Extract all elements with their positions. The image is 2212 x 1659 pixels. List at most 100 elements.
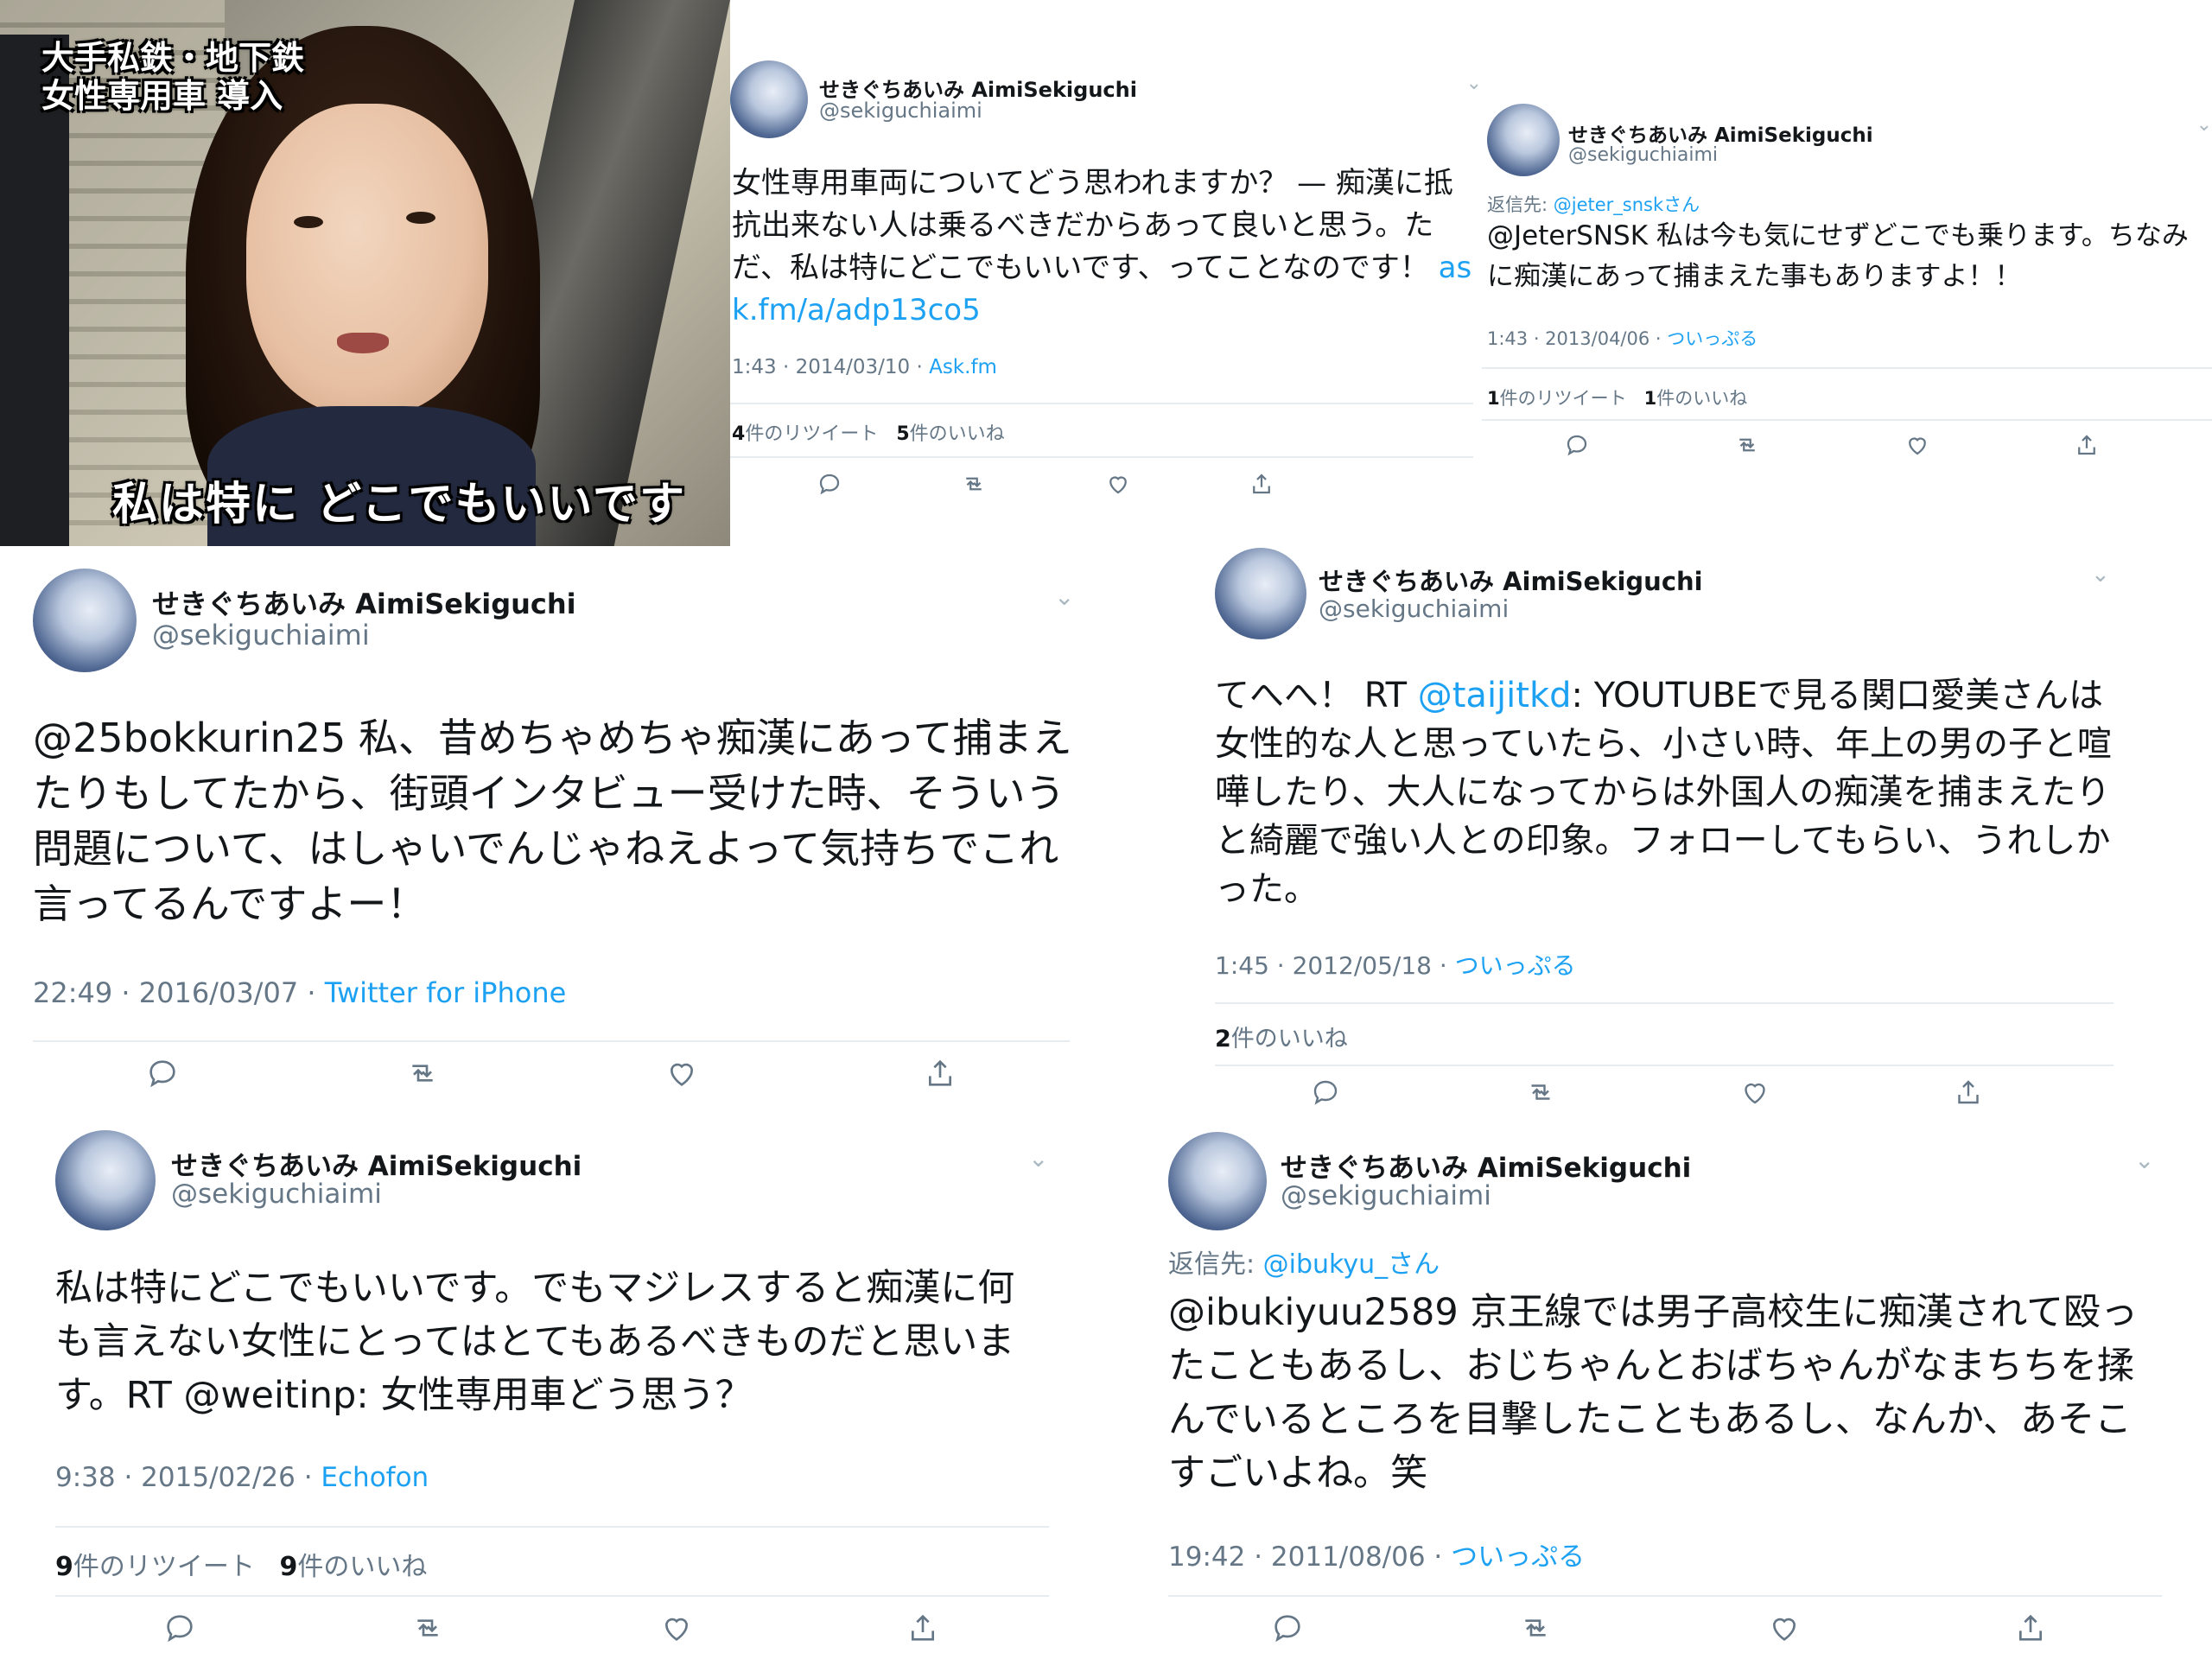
- retweet-count-label[interactable]: 件のリツイート: [1500, 388, 1627, 409]
- reply-icon[interactable]: [1270, 1611, 1305, 1645]
- user-handle[interactable]: @sekiguchiaimi: [1319, 594, 1509, 623]
- display-name[interactable]: せきぐちあいみ AimiSekiguchi: [152, 582, 576, 622]
- retweet-icon[interactable]: [1733, 432, 1761, 458]
- chevron-down-icon[interactable]: ⌄: [2134, 1146, 2154, 1174]
- tweet-source-link[interactable]: Twitter for iPhone: [325, 976, 567, 1009]
- retweet-icon[interactable]: [1523, 1077, 1558, 1108]
- user-handle[interactable]: @sekiguchiaimi: [171, 1179, 382, 1210]
- share-icon[interactable]: [906, 1611, 940, 1645]
- like-icon[interactable]: [664, 1056, 699, 1090]
- avatar[interactable]: [1215, 548, 1306, 639]
- tweet-text: 私は特にどこでもいいです。でもマジレスすると痴漢に何も言えない女性にとってはとて…: [55, 1267, 1015, 1417]
- reply-icon[interactable]: [162, 1611, 197, 1645]
- woman-face: [246, 104, 488, 415]
- tweet-card: せきぐちあいみ AimiSekiguchi @sekiguchiaimi ⌄ @…: [0, 546, 1106, 1123]
- tweet-source-link[interactable]: ついっぷる: [1667, 328, 1758, 349]
- divider: [1215, 1065, 2113, 1066]
- user-handle[interactable]: @sekiguchiaimi: [1568, 144, 1718, 166]
- reply-icon[interactable]: [1564, 432, 1590, 458]
- retweet-count[interactable]: 1: [1487, 388, 1500, 409]
- user-handle[interactable]: @sekiguchiaimi: [819, 99, 982, 123]
- retweet-icon[interactable]: [1516, 1611, 1554, 1645]
- chevron-down-icon[interactable]: ⌄: [2196, 114, 2212, 136]
- tweet-source-link[interactable]: ついっぷる: [1451, 1541, 1585, 1573]
- timestamp-text: 1:43 · 2014/03/10 ·: [732, 356, 930, 378]
- divider: [730, 403, 1473, 404]
- like-icon[interactable]: [1904, 432, 1930, 458]
- tweet-timestamp: 1:43 · 2013/04/06 · ついっぷる: [1487, 325, 1758, 351]
- tweet-source-link[interactable]: ついっぷる: [1455, 951, 1576, 980]
- like-icon[interactable]: [1767, 1611, 1802, 1645]
- retweet-count[interactable]: 4: [732, 423, 745, 445]
- tweet-stats: 1件のリツイート 1件のいいね: [1487, 385, 1747, 410]
- retweet-icon[interactable]: [409, 1611, 447, 1645]
- display-name[interactable]: せきぐちあいみ AimiSekiguchi: [171, 1144, 582, 1183]
- like-icon[interactable]: [1105, 471, 1131, 497]
- like-count-label[interactable]: 件のいいね: [297, 1552, 427, 1582]
- tweet-card: せきぐちあいみ AimiSekiguchi @sekiguchiaimi ⌄ 返…: [1482, 0, 2212, 546]
- share-icon[interactable]: [1953, 1077, 1984, 1108]
- chevron-down-icon[interactable]: ⌄: [2091, 562, 2110, 588]
- avatar[interactable]: [33, 569, 137, 672]
- tweet-mention[interactable]: @taijitkd: [1418, 676, 1572, 715]
- like-count-label[interactable]: 件のいいね: [1231, 1026, 1348, 1052]
- like-count-label[interactable]: 件のいいね: [910, 423, 1005, 445]
- timestamp-text: 22:49 · 2016/03/07 ·: [33, 976, 325, 1009]
- display-name[interactable]: せきぐちあいみ AimiSekiguchi: [1568, 118, 1873, 148]
- display-name[interactable]: せきぐちあいみ AimiSekiguchi: [1281, 1146, 1691, 1185]
- news-caption-bottom: 私は特に どこでもいいです: [112, 479, 686, 531]
- like-count[interactable]: 1: [1644, 388, 1657, 409]
- tweet-stats: 4件のリツイート 5件のいいね: [732, 418, 1005, 446]
- reply-to-mention[interactable]: @jeter_snskさん: [1554, 194, 1700, 215]
- share-icon[interactable]: [2013, 1611, 2048, 1645]
- divider: [1168, 1595, 2162, 1597]
- like-icon[interactable]: [1739, 1077, 1770, 1108]
- tweet-text-content: 女性専用車両についてどう思われますか？ — 痴漢に抵抗出来ない人は乗るべきだから…: [732, 166, 1453, 285]
- tweet-source-link[interactable]: Echofon: [321, 1462, 429, 1493]
- tweet-text: @ibukiyuu2589 京王線では男子高校生に痴漢されて殴ったこともあるし、…: [1168, 1291, 2139, 1495]
- tweet-card: せきぐちあいみ AimiSekiguchi @sekiguchiaimi ⌄ 返…: [1158, 1123, 2212, 1659]
- tweet-actions: [145, 1056, 957, 1090]
- like-icon[interactable]: [659, 1611, 694, 1645]
- tweet-timestamp: 1:43 · 2014/03/10 · Ask.fm: [732, 356, 997, 378]
- like-count[interactable]: 2: [1215, 1026, 1231, 1052]
- retweet-count-label[interactable]: 件のリツイート: [745, 423, 878, 445]
- like-count-label[interactable]: 件のいいね: [1656, 388, 1747, 409]
- chevron-down-icon[interactable]: ⌄: [1028, 1144, 1048, 1173]
- share-icon[interactable]: [923, 1056, 957, 1090]
- retweet-count[interactable]: 9: [55, 1552, 73, 1582]
- divider: [730, 456, 1473, 458]
- reply-icon[interactable]: [817, 471, 842, 497]
- tweet-stats: 2件のいいね: [1215, 1020, 1348, 1053]
- reply-icon[interactable]: [1310, 1077, 1341, 1108]
- reply-to-line: 返信先: @jeter_snskさん: [1487, 191, 1700, 217]
- tweet-actions: [162, 1611, 940, 1645]
- avatar[interactable]: [1168, 1132, 1267, 1230]
- tweet-actions: [1310, 1077, 1984, 1108]
- retweet-icon[interactable]: [404, 1056, 442, 1090]
- tweet-actions: [817, 471, 1274, 497]
- user-handle[interactable]: @sekiguchiaimi: [1281, 1180, 1491, 1211]
- retweet-count-label[interactable]: 件のリツイート: [73, 1552, 255, 1582]
- divider: [1215, 1002, 2113, 1004]
- retweet-icon[interactable]: [960, 471, 988, 497]
- user-handle[interactable]: @sekiguchiaimi: [152, 619, 370, 652]
- tweet-actions: [1564, 432, 2100, 458]
- chevron-down-icon[interactable]: ⌄: [1054, 582, 1074, 611]
- tweet-text: てへへ！ RT @taijitkd: YOUTUBEで見る関口愛美さんは女性的な…: [1215, 671, 2122, 913]
- reply-to-mention[interactable]: @ibukyu_さん: [1263, 1249, 1440, 1280]
- tweet-source-link[interactable]: Ask.fm: [929, 356, 997, 378]
- avatar[interactable]: [55, 1130, 156, 1230]
- tweet-stats: 9件のリツイート 9件のいいね: [55, 1545, 427, 1583]
- share-icon[interactable]: [2074, 432, 2100, 458]
- chevron-down-icon[interactable]: ⌄: [1466, 73, 1482, 94]
- display-name[interactable]: せきぐちあいみ AimiSekiguchi: [1319, 562, 1703, 598]
- tweet-actions: [1270, 1611, 2048, 1645]
- like-count[interactable]: 5: [896, 423, 909, 445]
- share-icon[interactable]: [1249, 471, 1274, 497]
- avatar[interactable]: [730, 60, 808, 138]
- reply-icon[interactable]: [145, 1056, 180, 1090]
- avatar[interactable]: [1487, 104, 1560, 176]
- divider: [55, 1595, 1049, 1597]
- like-count[interactable]: 9: [279, 1552, 297, 1582]
